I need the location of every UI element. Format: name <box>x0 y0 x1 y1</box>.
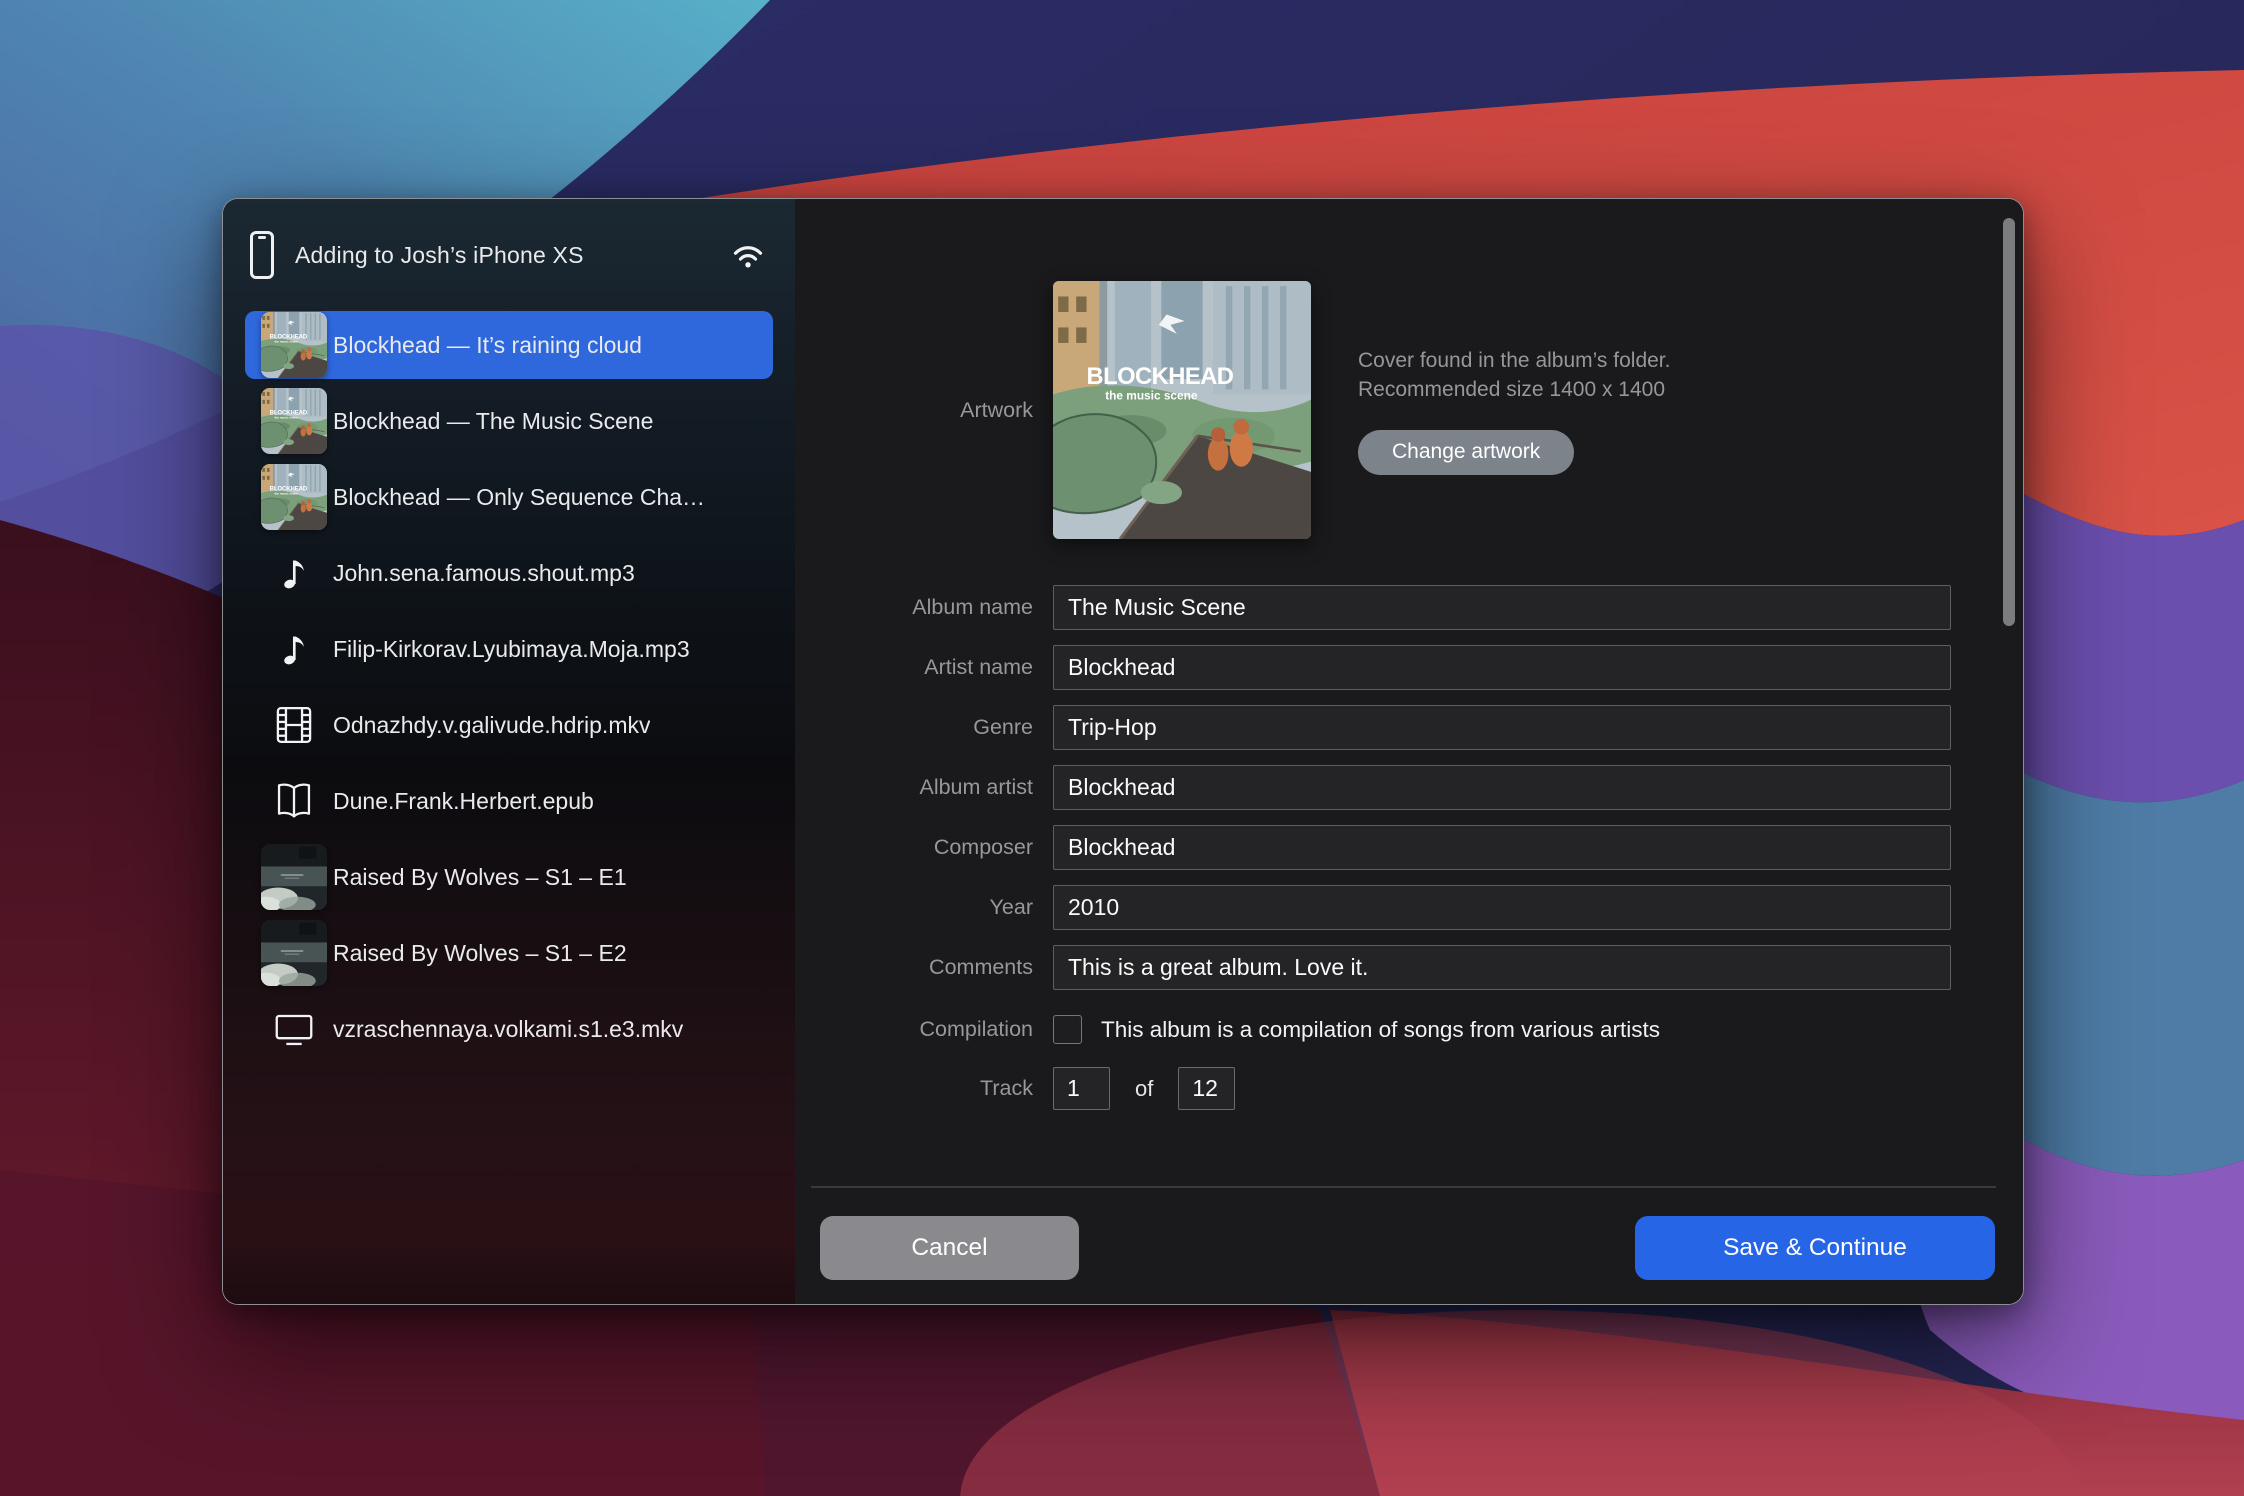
sidebar: Adding to Josh’s iPhone XS Blockhead — I… <box>223 199 795 1304</box>
track-total-field[interactable] <box>1178 1067 1235 1110</box>
genre-row: Genre <box>795 705 2023 750</box>
album-artist-field[interactable] <box>1053 765 1951 810</box>
composer-label: Composer <box>795 835 1033 860</box>
cancel-button[interactable]: Cancel <box>820 1216 1079 1280</box>
comments-label: Comments <box>795 955 1033 980</box>
change-artwork-button[interactable]: Change artwork <box>1358 430 1574 475</box>
track-label: Track <box>795 1076 1033 1101</box>
artwork-notes: Cover found in the album’s folder. Recom… <box>1358 346 1670 475</box>
book-icon <box>261 768 327 834</box>
album-artist-label: Album artist <box>795 775 1033 800</box>
list-item[interactable]: Odnazhdy.v.galivude.hdrip.mkv <box>245 691 773 759</box>
artwork-row: Artwork Cover found in the album’s folde… <box>795 281 2023 539</box>
year-field[interactable] <box>1053 885 1951 930</box>
artwork-label: Artwork <box>795 398 1033 423</box>
compilation-checkbox[interactable] <box>1053 1015 1082 1044</box>
video-thumbnail <box>261 844 327 910</box>
album-cover-art <box>1053 281 1311 539</box>
artist-name-row: Artist name <box>795 645 2023 690</box>
compilation-row: Compilation This album is a compilation … <box>795 1015 2023 1044</box>
vertical-scrollbar[interactable] <box>2003 218 2015 626</box>
composer-row: Composer <box>795 825 2023 870</box>
album-artist-row: Album artist <box>795 765 2023 810</box>
list-item[interactable]: Blockhead — It’s raining cloud <box>245 311 773 379</box>
comments-field[interactable] <box>1053 945 1951 990</box>
file-list: Blockhead — It’s raining cloud Blockhead… <box>223 311 795 1063</box>
video-thumbnail <box>261 920 327 986</box>
film-icon <box>261 692 327 758</box>
list-item[interactable]: vzraschennaya.volkami.s1.e3.mkv <box>245 995 773 1063</box>
window-title: Adding to Josh’s iPhone XS <box>295 242 584 269</box>
track-of-label: of <box>1135 1076 1153 1102</box>
list-item[interactable]: Blockhead — The Music Scene <box>245 387 773 455</box>
cover-art-thumbnail <box>261 388 327 454</box>
wifi-icon <box>731 241 765 269</box>
cover-art-thumbnail <box>261 312 327 378</box>
list-item[interactable]: Raised By Wolves – S1 – E2 <box>245 919 773 987</box>
metadata-panel: Artwork Cover found in the album’s folde… <box>795 199 2023 1304</box>
compilation-label: Compilation <box>795 1017 1033 1042</box>
cover-note-line2: Recommended size 1400 x 1400 <box>1358 375 1665 404</box>
display-icon <box>261 996 327 1062</box>
track-number-field[interactable] <box>1053 1067 1110 1110</box>
list-item[interactable]: Dune.Frank.Herbert.epub <box>245 767 773 835</box>
sidebar-header: Adding to Josh’s iPhone XS <box>223 199 795 311</box>
year-label: Year <box>795 895 1033 920</box>
iphone-icon <box>250 231 274 279</box>
cover-note-line1: Cover found in the album’s folder. <box>1358 346 1670 375</box>
compilation-checkbox-label: This album is a compilation of songs fro… <box>1101 1017 1660 1043</box>
artist-name-label: Artist name <box>795 655 1033 680</box>
save-continue-button[interactable]: Save & Continue <box>1635 1216 1995 1280</box>
music-note-icon <box>261 616 327 682</box>
music-note-icon <box>261 540 327 606</box>
cover-art-thumbnail <box>261 464 327 530</box>
track-row: Track of <box>795 1067 2023 1110</box>
year-row: Year <box>795 885 2023 930</box>
comments-row: Comments <box>795 945 2023 990</box>
transfer-window: Adding to Josh’s iPhone XS Blockhead — I… <box>222 198 2024 1305</box>
composer-field[interactable] <box>1053 825 1951 870</box>
genre-label: Genre <box>795 715 1033 740</box>
album-name-field[interactable] <box>1053 585 1951 630</box>
genre-field[interactable] <box>1053 705 1951 750</box>
list-item[interactable]: Filip-Kirkorav.Lyubimaya.Moja.mp3 <box>245 615 773 683</box>
list-item[interactable]: Blockhead — Only Sequence Cha… <box>245 463 773 531</box>
artist-name-field[interactable] <box>1053 645 1951 690</box>
footer: Cancel Save & Continue <box>795 1216 2023 1280</box>
list-item[interactable]: Raised By Wolves – S1 – E1 <box>245 843 773 911</box>
album-name-label: Album name <box>795 595 1033 620</box>
list-item[interactable]: John.sena.famous.shout.mp3 <box>245 539 773 607</box>
footer-divider <box>811 1186 1996 1188</box>
album-name-row: Album name <box>795 585 2023 630</box>
